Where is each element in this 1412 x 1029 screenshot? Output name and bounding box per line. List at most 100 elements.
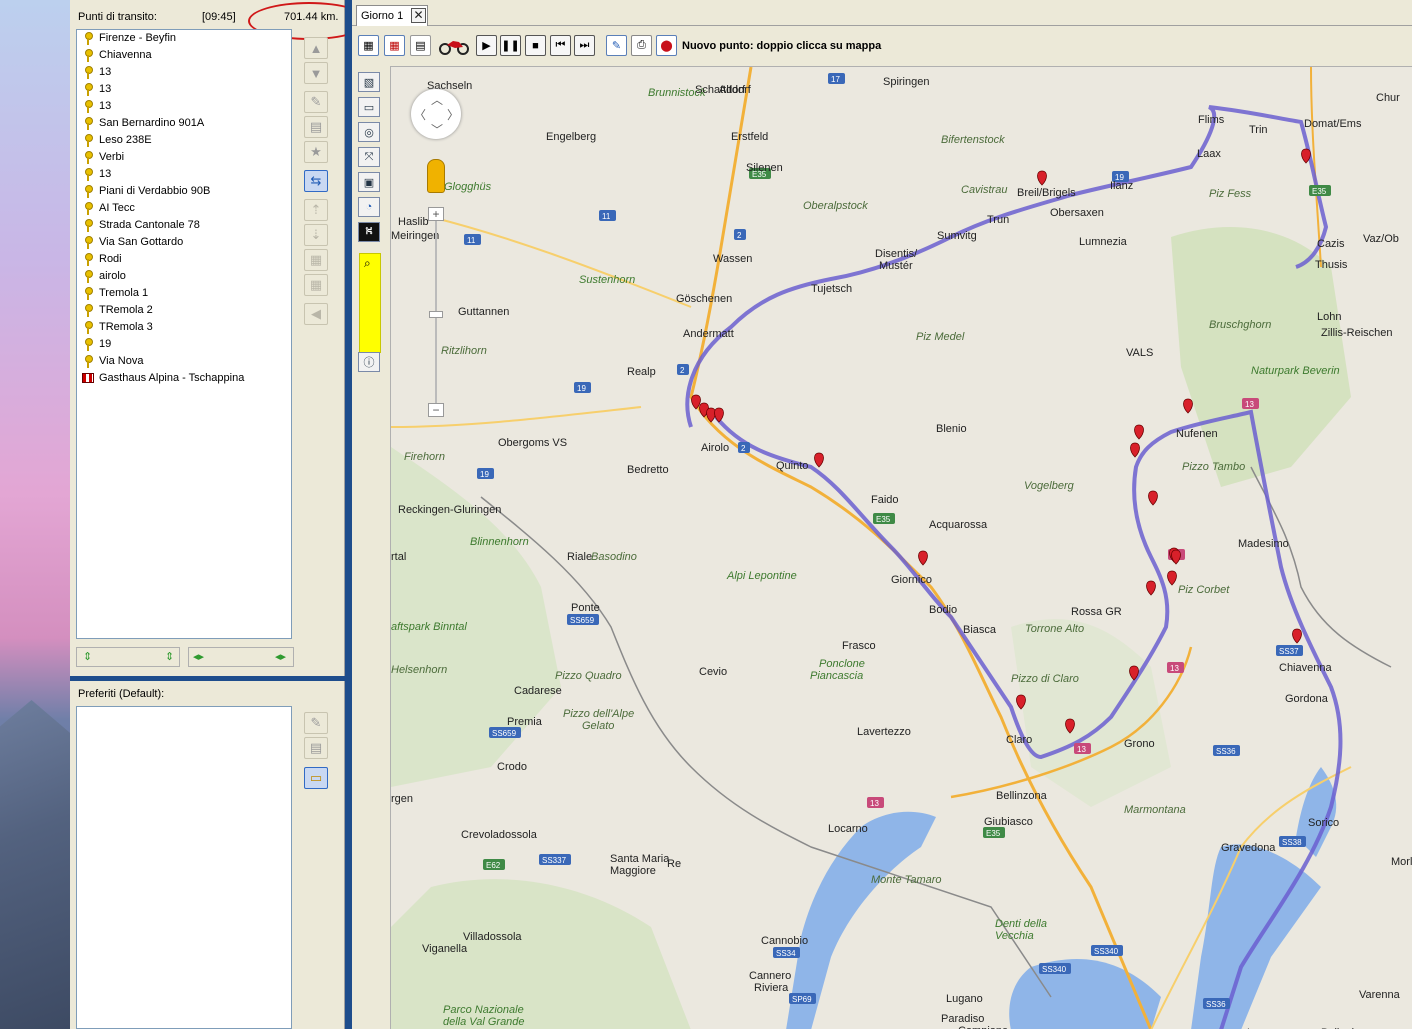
motorbike-button[interactable] xyxy=(438,35,470,56)
horizontal-spinner[interactable]: ◂▸ ◂▸ xyxy=(188,647,294,667)
map-label: Gordona xyxy=(1285,693,1329,705)
calc-route-alt-button[interactable]: ▦ xyxy=(384,35,405,56)
pan-control[interactable]: ︿ ﹀ 〈 〉 xyxy=(411,89,461,139)
waypoint-item[interactable]: TRemola 2 xyxy=(77,302,291,319)
road-shield-label: 19 xyxy=(480,470,489,479)
delete-favorite-button[interactable]: ▤ xyxy=(304,737,328,759)
close-tab-button[interactable]: ✕ xyxy=(411,8,426,23)
map-label: Pizzo Quadro xyxy=(555,670,622,682)
feed-button[interactable]: ◔ xyxy=(358,197,380,217)
fullscreen-button[interactable]: ⤧ xyxy=(358,147,380,167)
waypoint-item[interactable]: Strada Cantonale 78 xyxy=(77,217,291,234)
move-top-button[interactable]: ⇡ xyxy=(304,199,328,221)
satellite-button[interactable]: ▭ xyxy=(358,97,380,117)
road-shield: 19 xyxy=(477,468,494,479)
search-bar[interactable]: ⌕ xyxy=(359,253,381,353)
road-shield-label: E35 xyxy=(1312,187,1327,196)
zoom-thumb[interactable] xyxy=(429,311,443,318)
vertical-spinner[interactable]: ⇕ ⇕ xyxy=(76,647,180,667)
waypoint-item[interactable]: 19 xyxy=(77,336,291,353)
reverse-route-button[interactable]: ⇆ xyxy=(304,170,328,192)
waypoint-item[interactable]: Gasthaus Alpina - Tschappina xyxy=(77,370,291,387)
delete-waypoint-button[interactable]: ▤ xyxy=(304,116,328,138)
map-label: Thusis xyxy=(1315,259,1348,271)
pause-button[interactable]: ❚❚ xyxy=(500,35,521,56)
waypoint-pin-icon xyxy=(85,287,93,300)
zoom-slider[interactable]: + − xyxy=(428,207,444,417)
map-icon: ▧ xyxy=(363,76,375,89)
trash-icon: ▤ xyxy=(309,119,323,134)
waypoint-list[interactable]: Firenze - Beyfin Chiavenna 13 13 13 San Berna… xyxy=(76,29,292,639)
move-bottom-button[interactable]: ⇣ xyxy=(304,224,328,246)
tab-giorno-1[interactable]: Giorno 1 ✕ xyxy=(356,5,428,26)
print-button[interactable]: ⎙ xyxy=(631,35,652,56)
zoom-out-button[interactable]: − xyxy=(428,403,444,417)
map-label: Vecchia xyxy=(995,930,1034,942)
new-point-button[interactable]: ⬤ xyxy=(656,35,677,56)
map-canvas[interactable]: 17E352111119E351922E351913131313SS659SS6… xyxy=(390,66,1412,1029)
map-label: Nufenen xyxy=(1176,428,1218,440)
map-label: Ponclone xyxy=(819,658,865,670)
panel-splitter[interactable] xyxy=(70,676,345,681)
waypoint-item[interactable]: Chiavenna xyxy=(77,47,291,64)
map-view-button[interactable]: ▧ xyxy=(358,72,380,92)
waypoint-item[interactable]: 13 xyxy=(77,166,291,183)
waypoint-item[interactable]: airolo xyxy=(77,268,291,285)
zoom-in-button[interactable]: + xyxy=(428,207,444,221)
export-button[interactable]: ▦ xyxy=(304,274,328,296)
edit-map-button[interactable]: ✎ xyxy=(606,35,627,56)
waypoint-item[interactable]: Via San Gottardo xyxy=(77,234,291,251)
info-button[interactable]: ⓘ xyxy=(358,352,380,372)
waypoint-label: Verbi xyxy=(99,151,125,163)
waypoint-item[interactable]: Via Nova xyxy=(77,353,291,370)
map-label: Mustér xyxy=(879,260,913,272)
move-down-button[interactable]: ▼ xyxy=(304,62,328,84)
map-label: Piz Fess xyxy=(1209,188,1252,200)
waypoint-label: Piani di Verdabbio 90B xyxy=(99,185,211,197)
waypoint-label: Leso 238E xyxy=(99,134,152,146)
road-button[interactable]: ⛕ xyxy=(358,222,380,242)
waypoint-item[interactable]: Rodi xyxy=(77,251,291,268)
waypoint-item[interactable]: AI Tecc xyxy=(77,200,291,217)
road-shield-label: SS340 xyxy=(1094,947,1119,956)
import-button[interactable]: ▦ xyxy=(304,249,328,271)
waypoint-item[interactable]: Verbi xyxy=(77,149,291,166)
device-button[interactable]: ▣ xyxy=(358,172,380,192)
waypoint-item[interactable]: Tremola 1 xyxy=(77,285,291,302)
favorite-waypoint-button[interactable]: ★ xyxy=(304,141,328,163)
road-shield-label: SP69 xyxy=(792,995,812,1004)
waypoint-item[interactable]: San Bernardino 901A xyxy=(77,115,291,132)
favorites-list[interactable] xyxy=(76,706,292,1029)
waypoint-item[interactable]: TRemola 3 xyxy=(77,319,291,336)
street-view-pegman-icon[interactable] xyxy=(427,159,445,193)
pen-icon: ✎ xyxy=(611,40,622,52)
waypoint-pin-icon xyxy=(85,270,93,283)
stop-button[interactable]: ■ xyxy=(525,35,546,56)
map-label: Cavistrau xyxy=(961,184,1007,196)
waypoint-item[interactable]: 13 xyxy=(77,64,291,81)
open-favorites-button[interactable]: ▭ xyxy=(304,767,328,789)
next-button[interactable]: ⏭ xyxy=(574,35,595,56)
waypoint-item[interactable]: Leso 238E xyxy=(77,132,291,149)
panel-separator[interactable] xyxy=(345,0,352,1029)
map-label: Disentis/ xyxy=(875,248,918,260)
edit-waypoint-button[interactable]: ✎ xyxy=(304,91,328,113)
voice-button[interactable]: ◀ xyxy=(304,303,328,325)
road-shield-label: 19 xyxy=(577,384,586,393)
stop-icon: ■ xyxy=(532,39,539,52)
gps-button[interactable]: ◎ xyxy=(358,122,380,142)
calc-route-button[interactable]: ▦ xyxy=(358,35,379,56)
waypoint-item[interactable]: Piani di Verdabbio 90B xyxy=(77,183,291,200)
monitor-icon: ▭ xyxy=(363,101,375,114)
play-button[interactable]: ▶ xyxy=(476,35,497,56)
edit-favorite-button[interactable]: ✎ xyxy=(304,712,328,734)
previous-button[interactable]: ⏮ xyxy=(550,35,571,56)
calculator-button[interactable]: ▤ xyxy=(410,35,431,56)
map-label: Madesimo xyxy=(1238,538,1289,550)
map-label: Bifertenstock xyxy=(941,134,1005,146)
folder-open-icon: ▭ xyxy=(309,770,323,785)
waypoint-item[interactable]: 13 xyxy=(77,98,291,115)
move-up-button[interactable]: ▲ xyxy=(304,37,328,59)
waypoint-item[interactable]: Firenze - Beyfin xyxy=(77,30,291,47)
waypoint-item[interactable]: 13 xyxy=(77,81,291,98)
